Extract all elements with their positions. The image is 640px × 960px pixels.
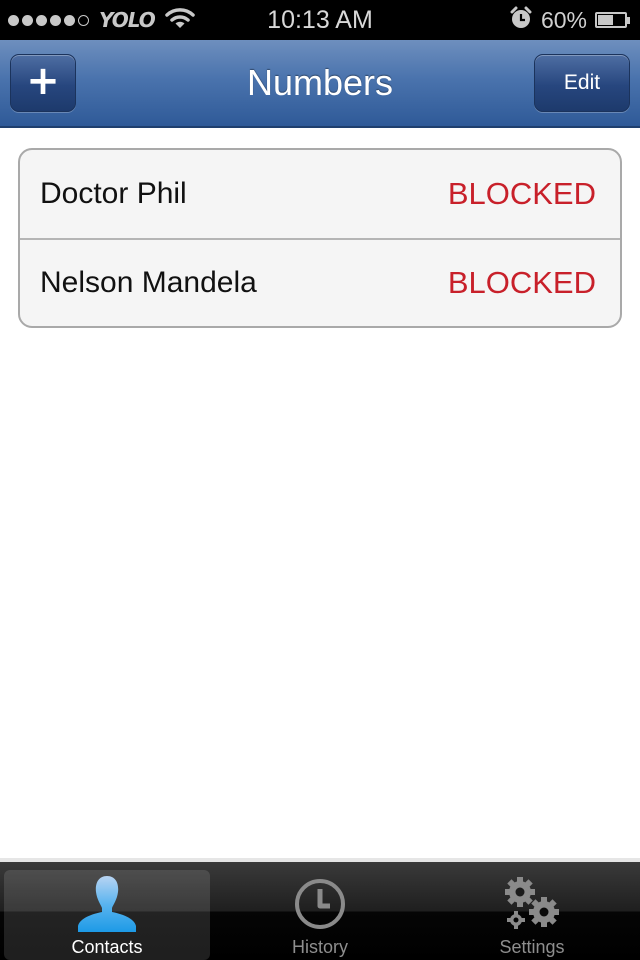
tab-history[interactable]: History: [217, 870, 423, 960]
navigation-bar: + Numbers Edit: [0, 40, 640, 128]
tab-label: Settings: [499, 937, 565, 957]
tab-settings[interactable]: Settings: [429, 870, 635, 960]
tab-bar: Contacts History Settings: [0, 858, 640, 960]
battery-percent: 60%: [540, 6, 587, 33]
battery-tip: [627, 16, 630, 24]
alarm-clock-icon: [509, 6, 533, 34]
tab-label: Contacts: [71, 937, 143, 957]
list-item[interactable]: Nelson Mandela BLOCKED: [20, 238, 620, 326]
battery-icon: [595, 12, 630, 28]
person-icon: [74, 873, 140, 935]
gears-icon: [502, 873, 562, 935]
tab-label: History: [291, 937, 348, 957]
contact-name: Nelson Mandela: [40, 266, 257, 299]
battery-body: [595, 12, 627, 28]
status-badge: BLOCKED: [447, 265, 596, 300]
blocked-numbers-list: Doctor Phil BLOCKED Nelson Mandela BLOCK…: [18, 148, 622, 328]
status-bar-right: 60%: [509, 0, 630, 40]
battery-fill: [598, 15, 613, 25]
edit-button[interactable]: Edit: [534, 54, 630, 112]
tab-contacts[interactable]: Contacts: [4, 870, 210, 960]
clock-icon: [293, 873, 347, 935]
contact-name: Doctor Phil: [40, 177, 187, 210]
list-item[interactable]: Doctor Phil BLOCKED: [20, 150, 620, 238]
status-badge: BLOCKED: [447, 176, 596, 211]
status-bar: YOLO 10:13 AM 60%: [0, 0, 640, 40]
